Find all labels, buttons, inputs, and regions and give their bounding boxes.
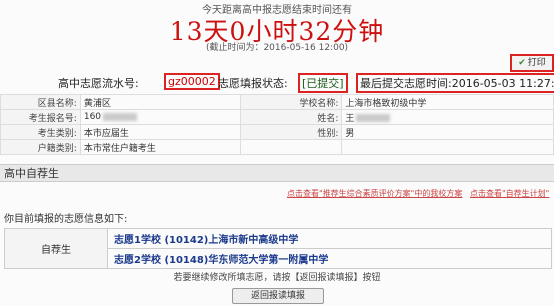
self-recommend-plan-link[interactable]: 点击查看"自荐生计划"	[470, 188, 549, 199]
name-value: 王	[345, 113, 355, 124]
category-label: 考生类别:	[0, 124, 81, 140]
serial-label: 高中志愿流水号:	[58, 77, 139, 90]
district-label: 区县名称:	[0, 94, 81, 110]
exam-no-cell: 160	[79, 109, 241, 125]
back-button[interactable]: 返回报读填报	[232, 288, 324, 304]
gender-value: 男	[341, 124, 554, 140]
student-info-table: 区县名称: 黄浦区 学校名称: 上海市格致初级中学 考生报名号: 160 姓名:…	[0, 94, 554, 155]
gender-label: 性别:	[239, 124, 343, 140]
status-bar: 高中志愿流水号: gz00002 志愿填报状态: [已提交] 最后提交志愿时间:…	[0, 72, 554, 93]
redacted-mark	[103, 112, 138, 121]
submit-time-box: 最后提交志愿时间:2016-05-03 11:27:20	[356, 73, 554, 93]
deadline-text: (截止时间为：2016-05-16 12:00)	[205, 43, 349, 53]
choice-category: 自荐生	[4, 228, 108, 269]
submit-time-label: 最后提交志愿时间:	[360, 77, 452, 90]
print-button[interactable]: ✔ 打印	[510, 54, 554, 72]
school-label: 学校名称:	[239, 94, 343, 110]
redacted-mark	[356, 114, 391, 122]
hukou-value: 本市常住户籍考生	[79, 139, 241, 155]
section-links: 点击查看"推荐生综合素质评价方案"中的我校方案 点击查看"自荐生计划"	[0, 186, 554, 200]
hukou-label: 户籍类别:	[0, 139, 81, 155]
print-button-label: 打印	[527, 58, 546, 68]
choice-2: 志愿2学校 (10148)华东师范大学第一附属中学	[107, 248, 552, 269]
filled-choices-label: 你目前填报的志愿信息如下:	[4, 214, 128, 225]
section-title: 高中自荐生	[0, 164, 554, 182]
exam-no-label: 考生报名号:	[0, 109, 81, 125]
empty-cell	[239, 139, 343, 155]
choice-1: 志愿1学校 (10142)上海市新中高级中学	[107, 228, 552, 249]
plan-link[interactable]: 点击查看"推荐生综合素质评价方案"中的我校方案	[287, 188, 462, 199]
serial-value: gz00002	[164, 73, 220, 90]
state-label: 志愿填报状态:	[218, 77, 288, 90]
school-value: 上海市格致初级中学	[341, 94, 554, 110]
category-value: 本市应届生	[79, 124, 241, 140]
empty-cell	[341, 139, 554, 155]
exam-no-value: 160	[83, 112, 102, 122]
checkmark-icon: ✔	[518, 58, 526, 68]
submit-time-value: 2016-05-03 11:27:20	[451, 77, 554, 90]
district-value: 黄浦区	[79, 94, 241, 110]
state-value: [已提交]	[298, 73, 348, 93]
name-label: 姓名:	[239, 109, 343, 125]
choices-table: 自荐生 志愿1学校 (10142)上海市新中高级中学 志愿2学校 (10148)…	[4, 228, 552, 269]
name-cell: 王	[341, 109, 554, 125]
footer-note: 若要继续修改所填志愿，请按【返回报读填报】按钮	[173, 273, 381, 283]
